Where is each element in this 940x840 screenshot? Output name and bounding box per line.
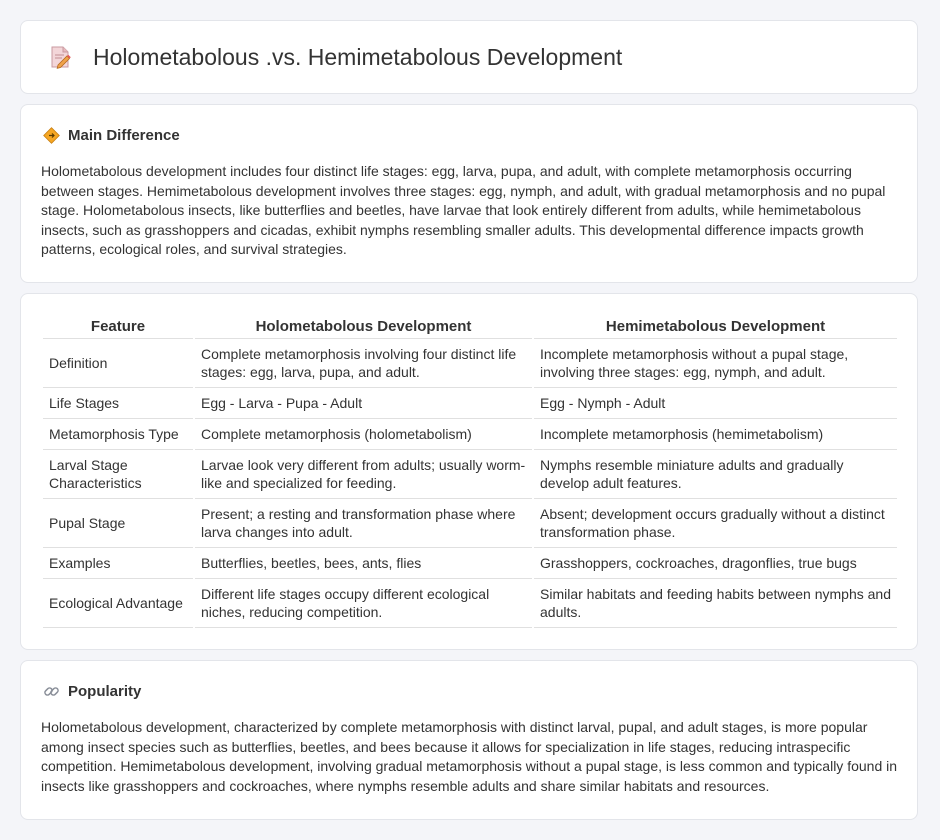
popularity-section: Popularity Holometabolous development, c…	[20, 660, 918, 820]
table-cell-feature: Pupal Stage	[43, 499, 193, 548]
table-cell-feature: Examples	[43, 548, 193, 579]
title-card: Holometabolous .vs. Hemimetabolous Devel…	[20, 20, 918, 94]
header-hemimetabolous: Hemimetabolous Development	[534, 318, 897, 339]
table-cell-holometabolous: Complete metamorphosis involving four di…	[195, 339, 532, 388]
popularity-text: Holometabolous development, characterize…	[41, 719, 898, 794]
main-difference-text: Holometabolous development includes four…	[41, 163, 886, 257]
comparison-table: Feature Holometabolous Development Hemim…	[41, 318, 899, 628]
table-cell-feature: Metamorphosis Type	[43, 419, 193, 450]
table-cell-hemimetabolous: Incomplete metamorphosis without a pupal…	[534, 339, 897, 388]
table-cell-holometabolous: Butterflies, beetles, bees, ants, flies	[195, 548, 532, 579]
table-header-row: Feature Holometabolous Development Hemim…	[43, 318, 897, 339]
popularity-heading: Popularity	[68, 683, 142, 700]
table-row: Larval Stage Characteristics Larvae look…	[43, 450, 897, 499]
table-row: Metamorphosis Type Complete metamorphosi…	[43, 419, 897, 450]
header-feature: Feature	[43, 318, 193, 339]
link-icon	[43, 683, 60, 700]
table-cell-holometabolous: Complete metamorphosis (holometabolism)	[195, 419, 532, 450]
diamond-sign-icon	[43, 127, 60, 144]
table-cell-feature: Larval Stage Characteristics	[43, 450, 193, 499]
table-row: Ecological Advantage Different life stag…	[43, 579, 897, 628]
table-row: Definition Complete metamorphosis involv…	[43, 339, 897, 388]
table-cell-hemimetabolous: Incomplete metamorphosis (hemimetabolism…	[534, 419, 897, 450]
main-difference-heading: Main Difference	[68, 127, 180, 144]
page-title: Holometabolous .vs. Hemimetabolous Devel…	[93, 43, 623, 70]
table-cell-holometabolous: Different life stages occupy different e…	[195, 579, 532, 628]
table-cell-hemimetabolous: Grasshoppers, cockroaches, dragonflies, …	[534, 548, 897, 579]
table-row: Life Stages Egg - Larva - Pupa - Adult E…	[43, 388, 897, 419]
comparison-table-card: Feature Holometabolous Development Hemim…	[20, 293, 918, 650]
header-holometabolous: Holometabolous Development	[195, 318, 532, 339]
table-cell-feature: Life Stages	[43, 388, 193, 419]
document-pencil-icon	[47, 44, 73, 70]
table-row: Examples Butterflies, beetles, bees, ant…	[43, 548, 897, 579]
table-cell-feature: Ecological Advantage	[43, 579, 193, 628]
main-difference-section: Main Difference Holometabolous developme…	[20, 104, 918, 283]
table-row: Pupal Stage Present; a resting and trans…	[43, 499, 897, 548]
table-cell-hemimetabolous: Similar habitats and feeding habits betw…	[534, 579, 897, 628]
table-cell-hemimetabolous: Egg - Nymph - Adult	[534, 388, 897, 419]
table-cell-feature: Definition	[43, 339, 193, 388]
table-cell-holometabolous: Present; a resting and transformation ph…	[195, 499, 532, 548]
table-cell-hemimetabolous: Absent; development occurs gradually wit…	[534, 499, 897, 548]
table-cell-hemimetabolous: Nymphs resemble miniature adults and gra…	[534, 450, 897, 499]
table-cell-holometabolous: Egg - Larva - Pupa - Adult	[195, 388, 532, 419]
table-cell-holometabolous: Larvae look very different from adults; …	[195, 450, 532, 499]
